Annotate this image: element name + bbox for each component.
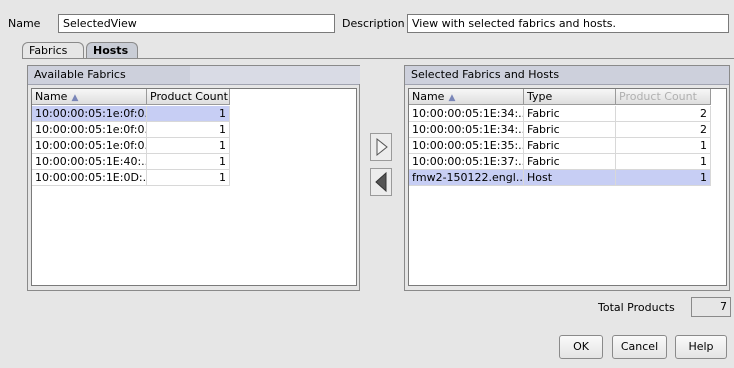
- cell-type: Fabric: [524, 106, 616, 122]
- column-header-name[interactable]: Name ▲: [409, 89, 524, 105]
- table-row[interactable]: 10:00:00:05:1E:34:... Fabric 2: [409, 122, 711, 138]
- cell-count: 2: [616, 122, 711, 138]
- column-header-name[interactable]: Name ▲: [32, 89, 147, 105]
- cell-name: 10:00:00:05:1e:0f:0...: [32, 106, 147, 122]
- cell-name: 10:00:00:05:1e:0f:0...: [32, 138, 147, 154]
- available-fabrics-header: Available Fabrics: [28, 66, 360, 85]
- total-products-label: Total Products: [598, 301, 675, 314]
- cell-name: 10:00:00:05:1E:34:...: [409, 122, 524, 138]
- selected-fabrics-table[interactable]: Name ▲ Type Product Count 10:00:00:05:1E:…: [408, 88, 727, 286]
- ok-button[interactable]: OK: [559, 335, 603, 359]
- cell-type: Fabric: [524, 138, 616, 154]
- cell-count: 1: [147, 122, 230, 138]
- table-row[interactable]: 10:00:00:05:1e:0f:0... 1: [32, 138, 230, 154]
- tab-hosts[interactable]: Hosts: [86, 42, 138, 59]
- sort-ascending-icon: ▲: [448, 93, 456, 103]
- remove-from-selection-button[interactable]: [370, 168, 392, 196]
- triangle-right-icon: [376, 137, 388, 157]
- help-button[interactable]: Help: [675, 335, 727, 359]
- tab-fabrics[interactable]: Fabrics: [22, 42, 84, 59]
- cell-name: 10:00:00:05:1E:35:...: [409, 138, 524, 154]
- cell-name: fmw2-150122.engl...: [409, 170, 524, 186]
- cell-count: 1: [616, 154, 711, 170]
- table-row[interactable]: 10:00:00:05:1E:0D:... 1: [32, 170, 230, 186]
- table-header: Name ▲ Type Product Count: [409, 89, 726, 106]
- table-row[interactable]: 10:00:00:05:1E:34:... Fabric 2: [409, 106, 711, 122]
- cell-name: 10:00:00:05:1E:0D:...: [32, 170, 147, 186]
- cell-count: 1: [147, 170, 230, 186]
- table-row[interactable]: 10:00:00:05:1e:0f:0... 1: [32, 106, 230, 122]
- column-header-product-count[interactable]: Product Count: [147, 89, 230, 105]
- cell-type: Fabric: [524, 122, 616, 138]
- add-to-selection-button[interactable]: [370, 133, 392, 161]
- table-row[interactable]: 10:00:00:05:1E:40:... 1: [32, 154, 230, 170]
- cancel-button[interactable]: Cancel: [612, 335, 667, 359]
- cell-name: 10:00:00:05:1E:37:...: [409, 154, 524, 170]
- selected-fabrics-panel: Selected Fabrics and Hosts Name ▲ Type Pr…: [404, 65, 730, 291]
- selected-fabrics-title: Selected Fabrics and Hosts: [411, 68, 560, 81]
- cell-type: Host: [524, 170, 616, 186]
- table-row[interactable]: 10:00:00:05:1e:0f:0... 1: [32, 122, 230, 138]
- cell-name: 10:00:00:05:1e:0f:0...: [32, 122, 147, 138]
- total-products-value: 7: [691, 297, 731, 317]
- selected-fabrics-header: Selected Fabrics and Hosts: [405, 66, 729, 85]
- sort-ascending-icon: ▲: [71, 93, 79, 103]
- cell-name: 10:00:00:05:1E:34:...: [409, 106, 524, 122]
- cell-count: 1: [616, 138, 711, 154]
- available-fabrics-title: Available Fabrics: [34, 68, 126, 81]
- table-row[interactable]: fmw2-150122.engl... Host 1: [409, 170, 711, 186]
- description-input[interactable]: View with selected fabrics and hosts.: [407, 14, 729, 33]
- description-label: Description: [342, 17, 405, 30]
- name-label: Name: [8, 17, 41, 30]
- table-row[interactable]: 10:00:00:05:1E:35:... Fabric 1: [409, 138, 711, 154]
- column-header-type[interactable]: Type: [524, 89, 616, 105]
- name-input[interactable]: SelectedView: [58, 14, 335, 33]
- cell-count: 1: [147, 138, 230, 154]
- triangle-left-icon: [375, 171, 387, 193]
- cell-count: 1: [616, 170, 711, 186]
- table-header: Name ▲ Product Count: [32, 89, 356, 106]
- cell-name: 10:00:00:05:1E:40:...: [32, 154, 147, 170]
- cell-count: 1: [147, 154, 230, 170]
- available-fabrics-table[interactable]: Name ▲ Product Count 10:00:00:05:1e:0f:0.…: [31, 88, 357, 286]
- cell-count: 2: [616, 106, 711, 122]
- column-header-product-count[interactable]: Product Count: [616, 89, 711, 105]
- cell-type: Fabric: [524, 154, 616, 170]
- cell-count: 1: [147, 106, 230, 122]
- table-row[interactable]: 10:00:00:05:1E:37:... Fabric 1: [409, 154, 711, 170]
- available-fabrics-panel: Available Fabrics Name ▲ Product Count 10…: [27, 65, 360, 291]
